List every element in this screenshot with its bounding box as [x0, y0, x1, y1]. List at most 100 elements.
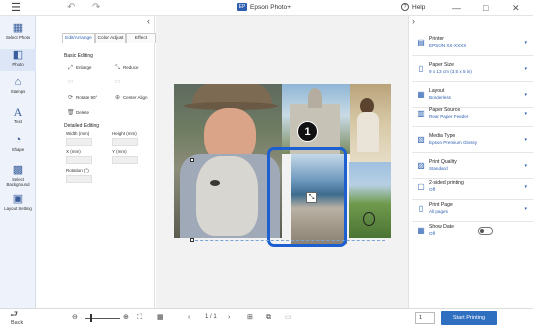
photo-cyclist[interactable] — [349, 162, 391, 238]
setting-media-type[interactable]: ▧ Media Type Epson Premium Glossy ▾ — [412, 127, 533, 153]
setting-title: Printer — [429, 36, 445, 42]
fit-to-window-icon[interactable]: ⛶ — [137, 313, 142, 322]
setting-title: Print Quality — [429, 159, 457, 165]
undo-icon[interactable]: ↶ — [67, 2, 75, 14]
maximize-button[interactable]: □ — [483, 2, 488, 14]
page-indicator: 1 / 1 — [205, 314, 217, 320]
width-label: Width (mm) — [66, 131, 90, 136]
delete-page-icon[interactable]: ▭ — [285, 313, 292, 322]
dog-shape — [196, 156, 258, 236]
setting-title: 2-sided printing — [429, 180, 464, 186]
setting-value: Rear Paper Feeder — [429, 114, 469, 119]
setting-paper-source[interactable]: ▥ Paper Source Rear Paper Feeder ▾ — [412, 101, 533, 127]
tab-edit-arrange[interactable]: Edit/Arrange — [62, 33, 95, 43]
hamburger-menu-icon[interactable]: ☰ — [8, 2, 24, 14]
rotate-label: Rotate 90° — [76, 95, 98, 100]
setting-value: Off — [429, 187, 436, 192]
setting-value: 9 x 13 cm (3.5 x 5 in) — [429, 69, 472, 74]
help-label: Help — [412, 4, 426, 11]
back-label[interactable]: Back — [11, 320, 23, 327]
nav-photo[interactable]: ◧ Photo — [0, 49, 36, 71]
nav-label: Shape — [11, 147, 25, 152]
disabled-tool-button[interactable]: ▭ — [67, 79, 76, 85]
width-field[interactable] — [66, 138, 92, 146]
setting-paper-size[interactable]: ▯ Paper Size 9 x 13 cm (3.5 x 5 in) ▾ — [412, 56, 533, 82]
print-quality-icon: ▨ — [417, 161, 425, 170]
setting-value: EPSON XX-XXXX — [429, 43, 467, 48]
print-page-icon: ▯ — [418, 204, 424, 213]
selection-corner-handle[interactable] — [190, 158, 194, 162]
printer-icon: ▤ — [417, 38, 425, 47]
collapse-edit-panel-icon[interactable]: ‹ — [147, 16, 150, 26]
epson-photo-plus-app: ☰ ↶ ↷ EP Epson Photo+ ? Help — □ ✕ ▦ Select… — [0, 0, 533, 329]
copies-stepper[interactable]: 1 — [415, 312, 435, 324]
x-field[interactable] — [66, 156, 92, 164]
zoom-slider-thumb[interactable] — [90, 314, 92, 322]
rotation-field[interactable] — [66, 175, 92, 183]
nav-select-photo[interactable]: ▦ Select Photo — [0, 22, 36, 44]
rotate-90-button[interactable]: ⟳ Rotate 90° — [67, 95, 97, 101]
previous-page-icon[interactable]: ‹ — [188, 313, 190, 322]
setting-value: Off — [429, 231, 436, 236]
nav-text[interactable]: A Text — [0, 106, 36, 128]
disabled-tool-button[interactable]: ▭ — [114, 79, 123, 85]
detailed-editing-title: Detailed Editing — [64, 123, 100, 129]
setting-title: Paper Size — [429, 62, 454, 68]
add-page-icon[interactable]: ⊞ — [247, 313, 253, 322]
nav-label: Layout Setting — [4, 206, 32, 211]
nav-label: Select Photo — [5, 35, 31, 40]
rotate-icon: ⟳ — [67, 95, 74, 101]
height-field[interactable] — [112, 138, 138, 146]
collapse-settings-panel-icon[interactable]: › — [412, 16, 415, 26]
grid-icon[interactable]: ▦ — [157, 313, 164, 322]
trash-icon: 🗑 — [67, 110, 75, 116]
chevron-down-icon: ▾ — [524, 111, 527, 117]
setting-title: Layout — [429, 88, 445, 94]
tab-effect[interactable]: Effect — [126, 33, 156, 43]
photo-cathedral[interactable] — [282, 84, 350, 154]
toggle-knob — [480, 229, 484, 233]
help-button[interactable]: ? Help — [401, 3, 425, 13]
next-page-icon[interactable]: › — [228, 313, 230, 322]
selection-guide-line — [190, 240, 385, 241]
background-icon: ▩ — [12, 164, 24, 176]
resize-handle-icon[interactable]: ⤡ — [306, 192, 317, 203]
nav-layout-setting[interactable]: ▣ Layout Setting — [0, 193, 36, 219]
callout-badge: 1 — [297, 121, 318, 142]
y-field[interactable] — [112, 156, 138, 164]
redo-icon[interactable]: ↷ — [92, 2, 100, 14]
delete-button[interactable]: 🗑Delete — [67, 110, 89, 116]
nav-stamps[interactable]: ⌂ Stamps — [0, 76, 36, 98]
frame-icon: ▭ — [114, 79, 121, 85]
nav-shape[interactable]: ◔ Shape — [0, 134, 36, 156]
app-title: EP Epson Photo+ — [237, 3, 291, 13]
reduce-button[interactable]: ⤡ Reduce — [114, 65, 138, 71]
selection-corner-handle[interactable] — [190, 238, 194, 242]
start-printing-button[interactable]: Start Printing — [441, 311, 497, 325]
center-align-button[interactable]: ⊕ Center Align — [114, 95, 148, 101]
zoom-in-icon[interactable]: ⊕ — [123, 313, 129, 322]
show-date-toggle[interactable] — [478, 227, 493, 235]
tab-color-adjust[interactable]: Color Adjust — [95, 33, 126, 43]
minimize-button[interactable]: — — [452, 2, 461, 14]
paper-size-icon: ▯ — [418, 64, 424, 73]
nav-label: Select Background — [6, 177, 30, 187]
bicycle-wheel-shape — [363, 212, 375, 226]
back-icon[interactable]: ⮐ — [10, 310, 18, 319]
zoom-out-icon[interactable]: ⊖ — [72, 313, 78, 322]
nav-select-background[interactable]: ▩ Select Background — [0, 164, 36, 190]
setting-value: Epson Premium Glossy — [429, 140, 477, 145]
frame-icon: ▭ — [67, 79, 74, 85]
nav-label: Text — [14, 119, 22, 124]
enlarge-button[interactable]: ⤢ Enlarge — [67, 65, 91, 71]
text-icon: A — [13, 105, 23, 119]
setting-printer[interactable]: ▤ Printer EPSON XX-XXXX ▾ — [412, 30, 533, 56]
setting-value: Standard — [429, 166, 448, 171]
close-button[interactable]: ✕ — [512, 2, 520, 14]
duplicate-page-icon[interactable]: ⧉ — [266, 313, 271, 322]
photo-woman-at-window[interactable] — [350, 84, 391, 162]
nav-label: Stamps — [10, 89, 26, 94]
y-label: Y (mm) — [112, 149, 127, 154]
copies-value: 1 — [419, 315, 423, 321]
reduce-icon: ⤡ — [115, 65, 120, 71]
